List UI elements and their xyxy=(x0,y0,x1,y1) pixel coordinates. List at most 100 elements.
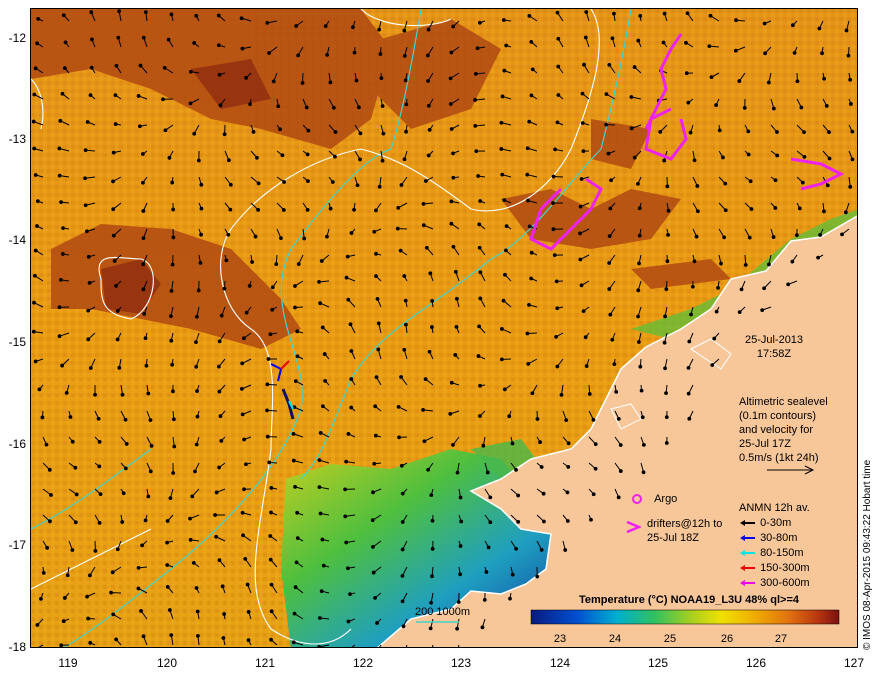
velocity-arrow-head xyxy=(374,274,378,278)
velocity-arrow-head xyxy=(88,366,93,370)
velocity-arrow-head xyxy=(556,64,561,69)
velocity-arrow-head xyxy=(112,259,117,263)
velocity-arrow-head xyxy=(538,440,543,445)
velocity-arrow-head xyxy=(245,582,250,587)
velocity-arrow-head xyxy=(637,206,642,211)
velocity-arrow-head xyxy=(45,545,50,550)
argo-label: Argo xyxy=(654,493,678,505)
velocity-arrow-head xyxy=(57,305,62,310)
lon-tick-label: 121 xyxy=(254,656,276,670)
velocity-arrow-head xyxy=(477,245,482,250)
velocity-arrow-head xyxy=(169,12,174,17)
velocity-arrow-head xyxy=(451,151,455,156)
velocity-arrow-head xyxy=(458,544,463,548)
drifters-legend: drifters@12h to 25-Jul 18Z xyxy=(625,517,722,545)
velocity-arrow-head xyxy=(61,13,66,18)
velocity-arrow-head xyxy=(98,492,103,496)
map-panel[interactable]: 25-Jul-2013 17:58Z Altimetric sealevel (… xyxy=(30,8,858,648)
velocity-arrow-head xyxy=(563,548,568,552)
velocity-arrow-head xyxy=(579,177,584,181)
velocity-arrow-head xyxy=(111,207,116,212)
velocity-arrow-head xyxy=(593,466,598,471)
velocity-arrow-head xyxy=(31,329,36,334)
velocity-arrow-head xyxy=(714,309,719,314)
velocity-arrow-head xyxy=(242,487,246,492)
velocity-arrow-head xyxy=(109,590,113,595)
legend-arrow-icon xyxy=(740,565,755,572)
velocity-arrow-head xyxy=(60,91,65,96)
velocity-arrow-head xyxy=(449,50,454,55)
velocity-arrow-head xyxy=(188,537,193,542)
velocity-arrow-head xyxy=(508,596,512,601)
velocity-arrow-head xyxy=(40,415,45,420)
date-label: 25-Jul-2013 17:58Z xyxy=(724,333,824,361)
velocity-arrow-head xyxy=(93,392,97,397)
velocity-arrow-head xyxy=(146,391,151,396)
velocity-arrow-head xyxy=(694,234,699,239)
velocity-arrow-head xyxy=(146,494,151,499)
velocity-arrow-head xyxy=(451,175,456,180)
legend-arrow-icon xyxy=(740,550,755,557)
velocity-arrow-head xyxy=(44,442,49,447)
velocity-arrow-head xyxy=(790,259,795,264)
velocity-arrow-head xyxy=(57,334,62,339)
velocity-arrow-head xyxy=(449,380,454,385)
velocity-arrow-head xyxy=(478,270,483,275)
velocity-arrow-head xyxy=(165,519,170,523)
velocity-arrow-head xyxy=(97,439,102,444)
velocity-arrow-head xyxy=(400,599,405,604)
velocity-arrow-head xyxy=(478,383,482,388)
velocity-arrow-head xyxy=(846,53,851,58)
velocity-arrow-head xyxy=(169,633,174,638)
velocity-arrow-head xyxy=(580,91,585,96)
velocity-arrow-head xyxy=(402,274,407,278)
scale-arrow-icon xyxy=(767,465,815,475)
velocity-arrow-head xyxy=(220,584,225,589)
velocity-arrow-head xyxy=(737,310,742,315)
velocity-arrow-head xyxy=(400,520,405,524)
velocity-arrow-head xyxy=(850,157,855,162)
velocity-arrow-head xyxy=(294,560,299,565)
velocity-arrow-head xyxy=(587,392,592,396)
velocity-arrow-head xyxy=(171,417,176,422)
velocity-arrow-head xyxy=(276,104,281,109)
velocity-arrow-head xyxy=(190,494,195,499)
velocity-arrow-head xyxy=(278,127,282,132)
drifters-label-line: drifters@12h to xyxy=(647,518,723,530)
velocity-arrow-head xyxy=(525,146,530,151)
velocity-arrow-head xyxy=(404,102,409,107)
velocity-arrow-head xyxy=(58,118,63,123)
time-text: 17:58Z xyxy=(756,348,792,360)
velocity-arrow-head xyxy=(321,563,326,568)
velocity-arrow-head xyxy=(421,223,426,228)
velocity-arrow-head xyxy=(198,261,203,265)
velocity-arrow-head xyxy=(612,11,616,16)
velocity-arrow-head xyxy=(526,361,531,366)
velocity-arrow-head xyxy=(402,28,407,33)
velocity-arrow-head xyxy=(430,299,435,303)
velocity-arrow-head xyxy=(564,418,569,423)
velocity-arrow-head xyxy=(451,24,456,29)
velocity-arrow-head xyxy=(767,262,771,267)
velocity-arrow-head xyxy=(123,466,128,471)
altimetry-note-line: (0.1m contours) xyxy=(739,410,817,422)
velocity-arrow-head xyxy=(170,180,175,185)
velocity-arrow-head xyxy=(824,103,829,108)
velocity-arrow-head xyxy=(90,37,94,42)
velocity-arrow-head xyxy=(320,325,325,330)
velocity-arrow-head xyxy=(89,65,94,70)
velocity-arrow-head xyxy=(217,558,222,563)
velocity-arrow-head xyxy=(775,153,780,158)
velocity-arrow-head xyxy=(510,441,515,446)
velocity-arrow-head xyxy=(296,53,301,58)
velocity-arrow-head xyxy=(636,340,641,344)
velocity-arrow-head xyxy=(428,271,433,276)
velocity-arrow-head xyxy=(529,276,534,281)
velocity-arrow-head xyxy=(721,155,725,160)
velocity-arrow-head xyxy=(848,184,853,189)
velocity-arrow-head xyxy=(114,637,119,642)
velocity-arrow-head xyxy=(402,53,407,58)
velocity-arrow-head xyxy=(404,322,408,327)
velocity-arrow-head xyxy=(454,296,459,301)
velocity-arrow-head xyxy=(427,127,432,132)
